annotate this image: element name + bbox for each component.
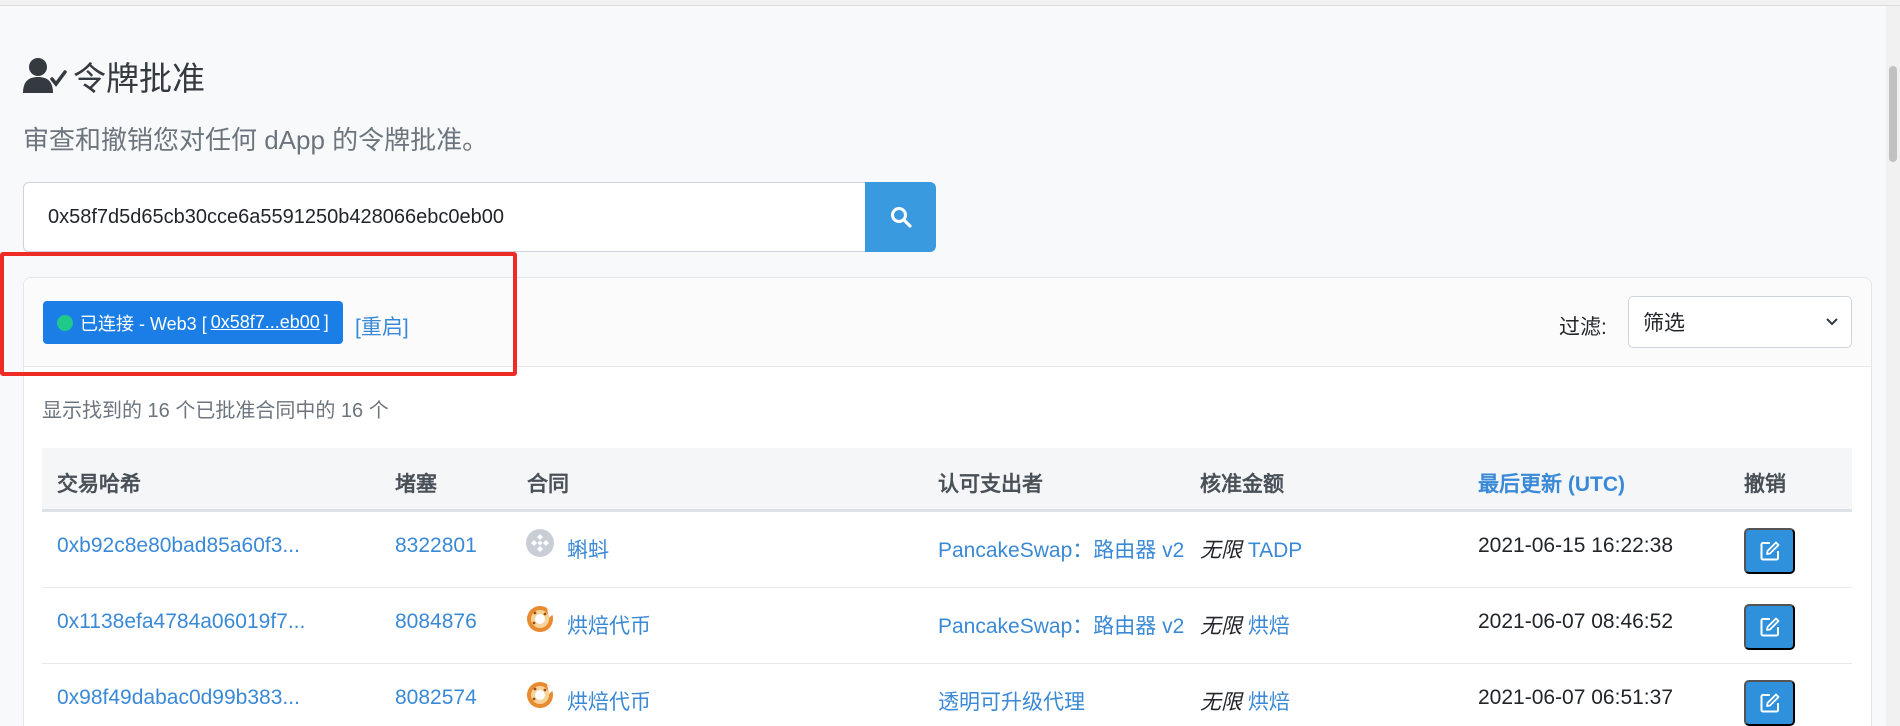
col-hash: 交易哈希 <box>57 473 141 496</box>
edit-icon <box>1760 617 1779 637</box>
address-search-input[interactable] <box>23 182 865 252</box>
chevron-down-icon <box>1826 318 1838 326</box>
last-updated: 2021-06-15 16:22:38 <box>1478 534 1673 557</box>
search-box <box>23 182 936 252</box>
col-spender: 认可支出者 <box>938 473 1043 496</box>
page-title: 令牌批准 <box>23 52 205 100</box>
results-count: 显示找到的 16 个已批准合同中的 16 个 <box>42 400 389 422</box>
page-title-text: 令牌批准 <box>73 60 205 97</box>
table-row: 0x1138efa4784a06019f7... 8084876 烘焙代币 Pa… <box>42 588 1852 664</box>
amount-token-link[interactable]: TADP <box>1248 539 1302 562</box>
amount-token-link[interactable]: 烘焙 <box>1248 691 1290 714</box>
highlight-annotation-box <box>0 252 517 376</box>
block-link[interactable]: 8322801 <box>395 534 477 558</box>
vertical-scrollbar[interactable] <box>1886 6 1900 726</box>
tx-hash-link[interactable]: 0x98f49dabac0d99b383... <box>57 686 300 710</box>
revoke-button[interactable] <box>1744 528 1795 574</box>
filter-select[interactable]: 筛选 <box>1628 296 1852 348</box>
gray-bnb-token-icon <box>526 529 554 557</box>
contract-link[interactable]: 烘焙代币 <box>567 610 651 640</box>
spender-link[interactable]: PancakeSwap：路由器 v2 <box>938 610 1184 640</box>
tx-hash-link[interactable]: 0xb92c8e80bad85a60f3... <box>57 534 300 558</box>
approvals-table: 交易哈希 堵塞 合同 认可支出者 核准金额 最后更新 (UTC) 撤销 0xb9… <box>42 448 1852 726</box>
filter-label: 过滤: <box>1559 316 1607 339</box>
search-button[interactable] <box>865 182 936 252</box>
scrollbar-thumb[interactable] <box>1889 66 1897 162</box>
tx-hash-link[interactable]: 0x1138efa4784a06019f7... <box>57 610 305 634</box>
table-row: 0xb92c8e80bad85a60f3... 8322801 蝌蚪 Panca… <box>42 512 1852 588</box>
revoke-button[interactable] <box>1744 680 1795 726</box>
amount-unlimited: 无限 <box>1200 691 1242 714</box>
approved-amount: 无限 烘焙 <box>1200 686 1290 716</box>
col-updated-sort[interactable]: 最后更新 (UTC) <box>1478 468 1625 498</box>
page-subtitle: 审查和撤销您对任何 dApp 的令牌批准。 <box>23 125 489 155</box>
contract-link[interactable]: 烘焙代币 <box>567 686 651 716</box>
edit-icon <box>1760 693 1779 713</box>
table-row: 0x98f49dabac0d99b383... 8082574 烘焙代币 透明可… <box>42 664 1852 726</box>
edit-icon <box>1760 541 1779 561</box>
block-link[interactable]: 8084876 <box>395 610 477 634</box>
bake-token-icon <box>527 682 553 708</box>
user-check-icon <box>23 58 67 93</box>
block-link[interactable]: 8082574 <box>395 686 477 710</box>
amount-unlimited: 无限 <box>1200 615 1242 638</box>
spender-link[interactable]: PancakeSwap：路由器 v2 <box>938 534 1184 564</box>
filter-selected-value: 筛选 <box>1643 312 1685 335</box>
col-contract: 合同 <box>527 473 569 496</box>
table-header: 交易哈希 堵塞 合同 认可支出者 核准金额 最后更新 (UTC) 撤销 <box>42 448 1852 512</box>
approved-amount: 无限 TADP <box>1200 534 1302 564</box>
top-border <box>0 0 1900 6</box>
revoke-button[interactable] <box>1744 604 1795 650</box>
amount-unlimited: 无限 <box>1200 539 1242 562</box>
col-block: 堵塞 <box>395 473 437 496</box>
col-amount: 核准金额 <box>1200 473 1284 496</box>
approved-amount: 无限 烘焙 <box>1200 610 1290 640</box>
bake-token-icon <box>527 606 553 632</box>
spender-link[interactable]: 透明可升级代理 <box>938 686 1085 716</box>
search-icon <box>890 207 912 228</box>
contract-link[interactable]: 蝌蚪 <box>567 534 609 564</box>
amount-token-link[interactable]: 烘焙 <box>1248 615 1290 638</box>
last-updated: 2021-06-07 08:46:52 <box>1478 610 1673 633</box>
col-revoke: 撤销 <box>1744 473 1786 496</box>
last-updated: 2021-06-07 06:51:37 <box>1478 686 1673 709</box>
